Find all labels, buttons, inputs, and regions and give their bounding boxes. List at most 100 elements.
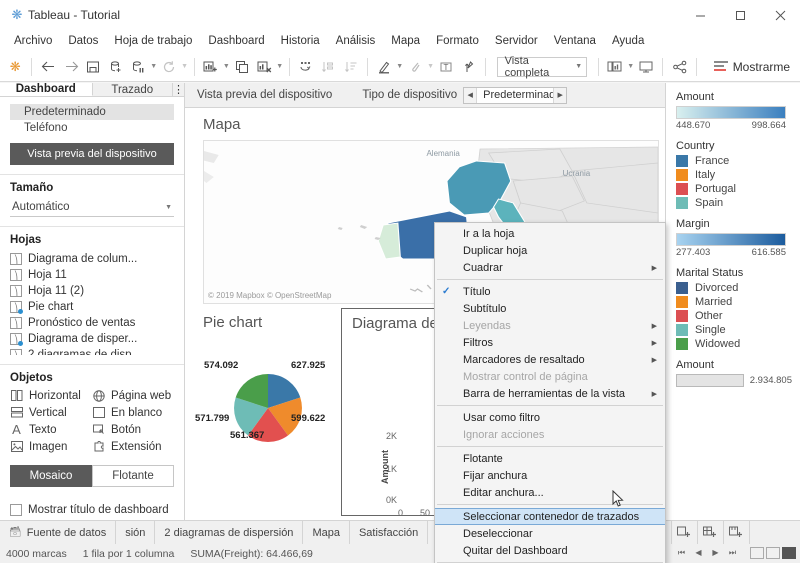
chevron-down-icon-presentation[interactable]: ▼ — [627, 55, 635, 79]
object-web-page[interactable]: Página web — [92, 389, 174, 402]
swap-rows-columns-icon[interactable] — [295, 55, 317, 79]
ctx-deseleccionar[interactable]: Deseleccionar — [435, 525, 665, 542]
object-text[interactable]: A Texto — [10, 422, 92, 437]
sheet-item[interactable]: ⎞ Hoja 11 (2) — [10, 283, 174, 299]
sheet-item[interactable]: ⎞ Diagrama de disper... — [10, 331, 174, 347]
fix-axes-icon[interactable] — [457, 55, 479, 79]
object-button[interactable]: Botón — [92, 423, 174, 436]
close-button[interactable] — [760, 0, 800, 30]
ctx-leyendas[interactable]: Leyendas ▶ — [435, 317, 665, 334]
menu-dashboard[interactable]: Dashboard — [200, 33, 272, 49]
sheet-item[interactable]: ⎞ Pie chart — [10, 299, 174, 315]
minimize-button[interactable] — [680, 0, 720, 30]
legend-item[interactable]: Spain — [676, 197, 792, 209]
ctx-duplicar-hoja[interactable]: Duplicar hoja — [435, 242, 665, 259]
sheet-item[interactable]: ⎞ Pronóstico de ventas — [10, 315, 174, 331]
single-view-button[interactable] — [782, 546, 796, 559]
context-menu[interactable]: Ir a la hoja Duplicar hoja Cuadrar ▶ ✓ Tít… — [434, 222, 666, 563]
group-members-icon[interactable] — [404, 55, 426, 79]
arrow-right-icon[interactable] — [60, 55, 82, 79]
tab-mapa[interactable]: Mapa — [303, 521, 350, 544]
ctx-filtros[interactable]: Filtros ▶ — [435, 334, 665, 351]
new-worksheet-button[interactable] — [672, 521, 698, 544]
legend-item[interactable]: Other — [676, 310, 792, 322]
ctx-flotante[interactable]: Flotante — [435, 450, 665, 467]
zoom-level-select[interactable]: Vista completa ▼ — [496, 55, 588, 79]
ctx-quitar-del-dashboard[interactable]: Quitar del Dashboard — [435, 542, 665, 559]
filmstrip-view-button[interactable] — [750, 546, 764, 559]
legend-item[interactable]: Widowed — [676, 338, 792, 350]
legend-item[interactable]: France — [676, 155, 792, 167]
presentation-mode-icon[interactable] — [604, 55, 626, 79]
menu-hoja-de-trabajo[interactable]: Hoja de trabajo — [106, 33, 200, 49]
device-preview-button[interactable]: Vista previa del dispositivo — [10, 143, 174, 165]
ctx-titulo[interactable]: ✓ Título — [435, 283, 665, 300]
chevron-down-icon-newsheet[interactable]: ▼ — [222, 55, 230, 79]
device-item-telefono[interactable]: Teléfono — [10, 120, 174, 136]
object-vertical[interactable]: Vertical — [10, 406, 92, 419]
sort-ascending-icon[interactable] — [317, 55, 339, 79]
ctx-mostrar-control-de-pagina[interactable]: Mostrar control de página — [435, 368, 665, 385]
chevron-left-icon[interactable]: ◀ — [464, 87, 477, 103]
object-extension[interactable]: Extensión — [92, 440, 174, 453]
tab-satisfaccion[interactable]: Satisfacción — [350, 521, 429, 544]
legend-item[interactable]: Portugal — [676, 183, 792, 195]
ctx-subtitulo[interactable]: Subtítulo — [435, 300, 665, 317]
tab-fuente-de-datos[interactable]: 🗃 Fuente de datos — [0, 521, 117, 544]
save-icon[interactable] — [82, 55, 104, 79]
refresh-data-source-icon[interactable] — [158, 55, 180, 79]
tab-2-diagramas-de-dispersion[interactable]: 2 diagramas de dispersión — [155, 521, 304, 544]
menu-ayuda[interactable]: Ayuda — [604, 33, 652, 49]
nav-last-icon[interactable]: ⏭ — [725, 545, 740, 560]
nav-first-icon[interactable]: ⏮ — [674, 545, 689, 560]
ctx-ignorar-acciones[interactable]: Ignorar acciones — [435, 426, 665, 443]
menu-historia[interactable]: Historia — [273, 33, 328, 49]
ctx-cuadrar[interactable]: Cuadrar ▶ — [435, 259, 665, 276]
show-mark-labels-icon[interactable]: T — [435, 55, 457, 79]
ctx-barra-de-herramientas-de-la-vista[interactable]: Barra de herramientas de la vista ▶ — [435, 385, 665, 402]
clear-sheet-icon[interactable] — [253, 55, 275, 79]
ctx-marcadores-de-resaltado[interactable]: Marcadores de resaltado ▶ — [435, 351, 665, 368]
sheet-item[interactable]: ⎞ Diagrama de colum... — [10, 251, 174, 267]
pie-chart-zone[interactable]: Pie chart 627.925 599.622 561.367 571.79… — [195, 308, 341, 516]
object-horizontal[interactable]: Horizontal — [10, 389, 92, 402]
sort-descending-icon[interactable] — [340, 55, 362, 79]
tableau-flower-icon[interactable]: ❋ — [4, 55, 26, 79]
tab-dispersion-partial[interactable]: sión — [116, 521, 156, 544]
sheet-item[interactable]: ⎞ Hoja 11 — [10, 267, 174, 283]
arrow-left-icon[interactable] — [37, 55, 59, 79]
ctx-editar-anchura[interactable]: Editar anchura... — [435, 484, 665, 501]
show-me-button[interactable]: Mostrarme — [708, 60, 796, 74]
legend-item[interactable]: Divorced — [676, 282, 792, 294]
menu-datos[interactable]: Datos — [60, 33, 106, 49]
nav-next-icon[interactable]: ▶ — [708, 545, 723, 560]
chevron-down-icon-clear[interactable]: ▼ — [275, 55, 283, 79]
device-item-predeterminado[interactable]: Predeterminado — [10, 104, 174, 120]
highlight-icon[interactable] — [373, 55, 395, 79]
device-layout-icon[interactable] — [635, 55, 657, 79]
chevron-down-icon-highlight[interactable]: ▼ — [396, 55, 404, 79]
menu-formato[interactable]: Formato — [428, 33, 487, 49]
sheet-sorter-view-button[interactable] — [766, 546, 780, 559]
legend-item[interactable]: Single — [676, 324, 792, 336]
ctx-ir-a-la-hoja[interactable]: Ir a la hoja — [435, 225, 665, 242]
object-blank[interactable]: En blanco — [92, 406, 174, 419]
chevron-down-icon[interactable]: ▼ — [150, 55, 158, 79]
menu-analisis[interactable]: Análisis — [328, 33, 384, 49]
nav-prev-icon[interactable]: ◀ — [691, 545, 706, 560]
menu-ventana[interactable]: Ventana — [546, 33, 604, 49]
chevron-down-icon-refresh[interactable]: ▼ — [180, 55, 188, 79]
legend-item[interactable]: Italy — [676, 169, 792, 181]
new-story-button[interactable] — [724, 521, 750, 544]
show-dashboard-title-checkbox[interactable] — [10, 504, 22, 516]
tab-trazado[interactable]: Trazado — [93, 83, 173, 96]
duplicate-sheet-icon[interactable] — [231, 55, 253, 79]
pin-icon[interactable]: ⋮ — [173, 83, 184, 96]
pause-auto-update-icon[interactable] — [127, 55, 149, 79]
object-image[interactable]: Imagen — [10, 440, 92, 453]
menu-servidor[interactable]: Servidor — [487, 33, 546, 49]
layout-mosaico[interactable]: Mosaico — [10, 465, 92, 487]
menu-archivo[interactable]: Archivo — [6, 33, 60, 49]
chevron-right-icon[interactable]: ▶ — [554, 87, 567, 103]
new-data-source-icon[interactable] — [105, 55, 127, 79]
